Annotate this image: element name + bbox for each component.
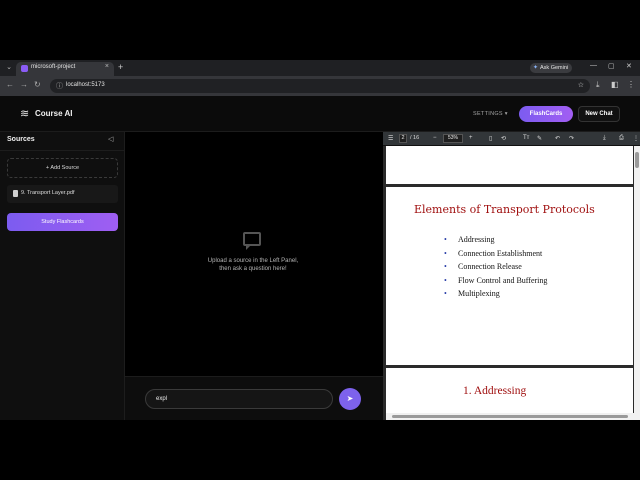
- pdf-outline-icon[interactable]: ☰: [388, 135, 393, 142]
- minimize-icon[interactable]: —: [590, 62, 597, 69]
- study-flashcards-button[interactable]: Study Flashcards: [7, 213, 118, 231]
- forward-icon[interactable]: →: [20, 80, 28, 89]
- layers-logo-icon: ≋: [20, 108, 30, 120]
- next-slide-heading: 1. Addressing: [463, 385, 527, 397]
- pdf-page-total: / 16: [410, 135, 420, 141]
- flashcards-label: FlashCards: [529, 111, 563, 117]
- empty-chat-message: Upload a source in the Left Panel, then …: [185, 257, 321, 273]
- zoom-in-icon[interactable]: +: [469, 135, 473, 141]
- new-tab-button[interactable]: +: [118, 62, 123, 72]
- screen-frame: ⌄ microsoft-project × + ✦ Ask Gemini — ▢…: [0, 60, 640, 420]
- slide-bullet: Addressing: [444, 235, 547, 249]
- collapse-sidebar-icon[interactable]: ◁: [108, 135, 113, 143]
- chat-bubble-icon: [243, 232, 261, 250]
- reload-icon[interactable]: ↻: [34, 80, 41, 89]
- slide-heading: Elements of Transport Protocols: [414, 203, 595, 216]
- empty-chat-line-2: then ask a question here!: [219, 266, 287, 272]
- tab-search-icon[interactable]: ⌄: [4, 63, 14, 73]
- new-chat-button[interactable]: New Chat: [578, 106, 620, 122]
- pdf-page-previous: [386, 146, 633, 184]
- source-label: 9. Transport Layer.pdf: [21, 190, 75, 196]
- profile-icon[interactable]: ◧: [611, 80, 619, 89]
- browser-tab-strip: ⌄ microsoft-project × + ✦ Ask Gemini — ▢…: [0, 60, 640, 76]
- pdf-vertical-scroll-thumb[interactable]: [635, 152, 639, 168]
- slide-bullet: Multiplexing: [444, 289, 547, 303]
- close-window-icon[interactable]: ✕: [626, 62, 632, 70]
- pdf-zoom-input[interactable]: 53%: [443, 134, 463, 143]
- pdf-page-input[interactable]: 2: [399, 134, 407, 143]
- back-icon[interactable]: ←: [6, 80, 14, 89]
- site-info-icon[interactable]: ⓘ: [56, 81, 63, 91]
- browser-toolbar: ← → ↻ ⓘ localhost:5173 ☆ ⤓ ◧ ⋮: [0, 76, 640, 96]
- browser-menu-icon[interactable]: ⋮: [627, 80, 635, 89]
- pdf-vertical-scrollbar[interactable]: [634, 146, 640, 420]
- url-text: localhost:5173: [66, 82, 105, 88]
- send-button[interactable]: ➤: [339, 388, 361, 410]
- tab-close-icon[interactable]: ×: [105, 63, 109, 70]
- app-header: ≋ Course AI SETTINGS ▾ FlashCards New Ch…: [0, 96, 640, 132]
- tab-favicon-icon: [21, 65, 28, 72]
- pdf-page-current: Elements of Transport Protocols Addressi…: [386, 187, 633, 365]
- tab-title: microsoft-project: [31, 64, 76, 70]
- address-bar[interactable]: ⓘ localhost:5173 ☆: [50, 79, 590, 93]
- settings-label: SETTINGS: [473, 111, 503, 117]
- send-icon: ➤: [346, 394, 354, 403]
- print-icon[interactable]: ⎙: [619, 135, 624, 142]
- pdf-download-icon[interactable]: ⤓: [603, 135, 606, 142]
- slide-bullet-list: Addressing Connection Establishment Conn…: [444, 235, 547, 303]
- download-icon[interactable]: ⤓: [596, 80, 600, 90]
- slide-bullet: Connection Release: [444, 262, 547, 276]
- chat-input-bar: expl ➤: [125, 376, 383, 420]
- file-icon: [13, 190, 18, 197]
- rotate-icon[interactable]: ⟲: [501, 135, 506, 142]
- sidebar-divider: [0, 150, 125, 151]
- empty-chat-line-1: Upload a source in the Left Panel,: [207, 258, 299, 264]
- study-flashcards-label: Study Flashcards: [41, 219, 84, 225]
- new-chat-label: New Chat: [585, 111, 613, 117]
- pdf-horizontal-scroll-thumb[interactable]: [392, 415, 628, 418]
- bookmark-star-icon[interactable]: ☆: [578, 81, 584, 89]
- flashcards-button[interactable]: FlashCards: [519, 106, 573, 122]
- sources-sidebar: Sources ◁ + Add Source 9. Transport Laye…: [0, 132, 125, 420]
- slide-bullet: Flow Control and Buffering: [444, 276, 547, 290]
- text-tool-icon[interactable]: Tт: [523, 135, 529, 141]
- redo-icon[interactable]: ↷: [569, 135, 574, 142]
- chat-input[interactable]: expl: [145, 389, 333, 409]
- ask-gemini-button[interactable]: ✦ Ask Gemini: [530, 63, 572, 73]
- pdf-menu-icon[interactable]: ⋮: [633, 135, 639, 142]
- settings-menu[interactable]: SETTINGS ▾: [473, 111, 508, 117]
- gemini-icon: ✦: [533, 65, 539, 71]
- maximize-icon[interactable]: ▢: [608, 62, 615, 70]
- app-name: Course AI: [35, 109, 73, 118]
- ask-gemini-label: Ask Gemini: [540, 65, 569, 71]
- draw-tool-icon[interactable]: ✎: [537, 135, 542, 142]
- source-item[interactable]: 9. Transport Layer.pdf: [7, 185, 118, 203]
- slide-bullet: Connection Establishment: [444, 249, 547, 263]
- pdf-viewer: ☰ 2 / 16 − 53% + ▯ ⟲ Tт ✎ ↶ ↷ ⤓ ⎙ ⋮ Elem…: [383, 132, 640, 420]
- sidebar-title: Sources: [7, 136, 35, 143]
- fit-page-icon[interactable]: ▯: [489, 135, 492, 142]
- pdf-toolbar: ☰ 2 / 16 − 53% + ▯ ⟲ Tт ✎ ↶ ↷ ⤓ ⎙ ⋮: [383, 132, 640, 146]
- chat-panel: Upload a source in the Left Panel, then …: [125, 132, 383, 420]
- undo-icon[interactable]: ↶: [555, 135, 560, 142]
- add-source-label: + Add Source: [45, 165, 80, 171]
- zoom-out-icon[interactable]: −: [433, 135, 437, 141]
- pdf-horizontal-scrollbar[interactable]: [386, 413, 634, 420]
- add-source-button[interactable]: + Add Source: [7, 158, 118, 178]
- browser-tab[interactable]: microsoft-project ×: [16, 62, 114, 76]
